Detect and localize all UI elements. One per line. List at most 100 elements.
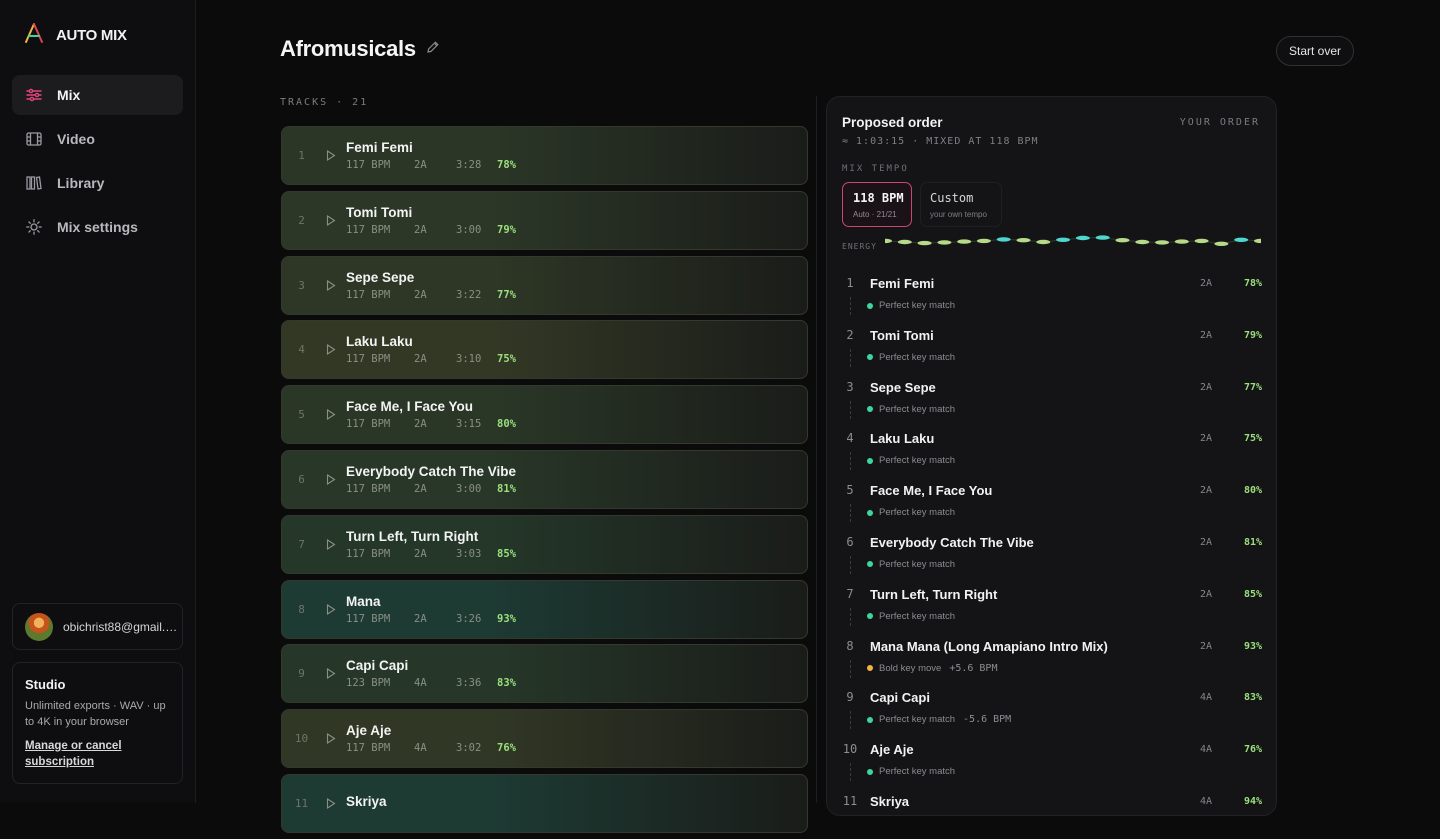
avatar bbox=[25, 612, 53, 641]
energy-point bbox=[1174, 239, 1189, 244]
energy-label: ENERGY bbox=[842, 242, 877, 251]
order-item[interactable]: 5 Face Me, I Face You 2A 80% Perfect key… bbox=[842, 476, 1262, 528]
play-icon[interactable] bbox=[317, 603, 345, 615]
order-number: 10 bbox=[842, 742, 858, 757]
energy-point bbox=[957, 239, 972, 244]
order-item[interactable]: 9 Capi Capi 4A 83% Perfect key match -5.… bbox=[842, 683, 1262, 735]
order-item[interactable]: 4 Laku Laku 2A 75% Perfect key match bbox=[842, 424, 1262, 476]
title-row: Afromusicals bbox=[280, 36, 440, 62]
track-row[interactable]: 5 Face Me, I Face You 117 BPM 2A 3:15 80… bbox=[281, 385, 808, 445]
track-bpm: 117 BPM bbox=[346, 418, 391, 431]
order-title: Laku Laku bbox=[870, 431, 935, 447]
manage-subscription-link[interactable]: Manage or cancel subscription bbox=[25, 738, 170, 770]
order-item[interactable]: 11 Skriya 4A 94% bbox=[842, 787, 1262, 839]
track-duration: 3:03 bbox=[456, 547, 482, 560]
nav-item-mix-settings[interactable]: Mix settings bbox=[12, 207, 183, 247]
track-duration: 3:36 bbox=[456, 677, 482, 690]
transition-note: Perfect key match -5.6 BPM bbox=[867, 714, 1011, 725]
track-bpm: 117 BPM bbox=[346, 742, 391, 755]
order-item[interactable]: 6 Everybody Catch The Vibe 2A 81% Perfec… bbox=[842, 528, 1262, 580]
connector-line bbox=[850, 711, 851, 730]
play-icon[interactable] bbox=[317, 150, 345, 161]
nav-item-mix[interactable]: Mix bbox=[12, 75, 183, 115]
order-item[interactable]: 10 Aje Aje 4A 76% Perfect key match bbox=[842, 735, 1262, 787]
track-meta: 117 BPM 2A 3:10 75% bbox=[346, 353, 516, 365]
order-title: Mana Mana (Long Amapiano Intro Mix) bbox=[870, 638, 1108, 654]
plan-card: Studio Unlimited exports · WAV · up to 4… bbox=[12, 662, 183, 784]
track-number: 2 bbox=[298, 213, 305, 227]
order-item[interactable]: 2 Tomi Tomi 2A 79% Perfect key match bbox=[842, 321, 1262, 373]
order-number: 1 bbox=[846, 276, 854, 290]
order-number: 2 bbox=[846, 327, 854, 342]
track-key: 2A bbox=[414, 223, 427, 236]
track-meta: 117 BPM 2A 3:22 77% bbox=[346, 289, 516, 301]
tempo-auto-option[interactable]: 118 BPM Auto · 21/21 bbox=[842, 182, 912, 227]
track-row[interactable]: 10 Aje Aje 117 BPM 4A 3:02 76% bbox=[281, 709, 808, 769]
track-duration: 3:28 bbox=[456, 159, 482, 171]
order-item[interactable]: 8 Mana Mana (Long Amapiano Intro Mix) 2A… bbox=[842, 632, 1262, 684]
track-match-percent: 78% bbox=[497, 159, 516, 171]
play-icon[interactable] bbox=[317, 797, 345, 809]
play-icon[interactable] bbox=[317, 538, 345, 550]
order-match-percent: 80% bbox=[1243, 485, 1262, 497]
order-number: 3 bbox=[846, 379, 854, 394]
track-row[interactable]: 3 Sepe Sepe 117 BPM 2A 3:22 77% bbox=[281, 255, 808, 315]
energy-point bbox=[1075, 235, 1090, 241]
play-icon[interactable] bbox=[317, 668, 345, 680]
track-row[interactable]: 1 Femi Femi 117 BPM 2A 3:28 78% bbox=[281, 126, 808, 185]
transition-note: Perfect key match bbox=[867, 352, 963, 363]
status-dot bbox=[867, 406, 873, 413]
automix-logo-icon bbox=[24, 22, 44, 49]
brand[interactable]: AUTO MIX bbox=[24, 22, 127, 49]
play-icon[interactable] bbox=[317, 733, 345, 745]
start-over-button[interactable]: Start over bbox=[1276, 36, 1354, 66]
order-item[interactable]: 3 Sepe Sepe 2A 77% Perfect key match bbox=[842, 373, 1262, 425]
nav-item-video[interactable]: Video bbox=[12, 119, 183, 159]
track-match-percent: 83% bbox=[497, 677, 516, 690]
nav-item-library[interactable]: Library bbox=[12, 163, 183, 203]
track-meta: 117 BPM 2A 3:03 85% bbox=[346, 548, 516, 560]
track-row[interactable]: 8 Mana 117 BPM 2A 3:26 93% bbox=[281, 579, 808, 639]
order-item[interactable]: 7 Turn Left, Turn Right 2A 85% Perfect k… bbox=[842, 580, 1262, 632]
track-row[interactable]: 11 Skriya bbox=[281, 773, 808, 833]
track-row[interactable]: 2 Tomi Tomi 117 BPM 2A 3:00 79% bbox=[281, 190, 808, 250]
track-bpm: 123 BPM bbox=[346, 677, 391, 690]
tempo-custom-value: Custom bbox=[930, 191, 974, 205]
order-item[interactable]: 1 Femi Femi 2A 78% Perfect key match bbox=[842, 269, 1262, 321]
transition-label: Perfect key match bbox=[879, 558, 956, 570]
tempo-auto-caption: Auto · 21/21 bbox=[853, 210, 897, 219]
play-icon[interactable] bbox=[317, 279, 345, 291]
transition-label: Perfect key match bbox=[879, 403, 956, 415]
connector-line bbox=[850, 659, 851, 678]
transition-note: Perfect key match bbox=[867, 404, 963, 415]
track-bpm: 117 BPM bbox=[346, 223, 391, 236]
track-meta: 117 BPM 2A 3:26 93% bbox=[346, 613, 516, 625]
track-row[interactable]: 7 Turn Left, Turn Right 117 BPM 2A 3:03 … bbox=[281, 514, 808, 574]
energy-point bbox=[897, 239, 912, 245]
your-order-toggle[interactable]: YOUR ORDER bbox=[1180, 117, 1260, 128]
track-body: Femi Femi 117 BPM 2A 3:28 78% bbox=[345, 140, 516, 171]
play-icon[interactable] bbox=[317, 409, 345, 421]
track-body: Skriya bbox=[345, 794, 497, 813]
track-row[interactable]: 6 Everybody Catch The Vibe 117 BPM 2A 3:… bbox=[281, 449, 808, 509]
track-body: Face Me, I Face You 117 BPM 2A 3:15 80% bbox=[345, 399, 516, 430]
energy-point bbox=[1254, 238, 1261, 244]
track-duration: 3:02 bbox=[456, 742, 482, 755]
edit-pencil-icon[interactable] bbox=[426, 40, 440, 59]
play-icon[interactable] bbox=[317, 344, 345, 356]
order-list: 1 Femi Femi 2A 78% Perfect key match 2 T… bbox=[842, 269, 1262, 839]
track-body: Sepe Sepe 117 BPM 2A 3:22 77% bbox=[345, 270, 516, 301]
nav-label: Mix bbox=[57, 87, 81, 103]
track-row[interactable]: 9 Capi Capi 123 BPM 4A 3:36 83% bbox=[281, 644, 808, 704]
track-row[interactable]: 4 Laku Laku 117 BPM 2A 3:10 75% bbox=[281, 320, 808, 380]
order-title: Sepe Sepe bbox=[870, 379, 936, 395]
order-title: Skriya bbox=[870, 793, 910, 809]
tempo-custom-option[interactable]: Custom your own tempo bbox=[920, 182, 1002, 227]
brand-name: AUTO MIX bbox=[56, 27, 127, 44]
nav-label: Library bbox=[57, 175, 105, 191]
transition-note: Perfect key match bbox=[867, 455, 963, 466]
account-button[interactable]: obichrist88@gmail.com bbox=[12, 603, 183, 650]
play-icon[interactable] bbox=[317, 473, 345, 485]
track-duration: 3:22 bbox=[456, 288, 482, 301]
play-icon[interactable] bbox=[317, 214, 345, 226]
